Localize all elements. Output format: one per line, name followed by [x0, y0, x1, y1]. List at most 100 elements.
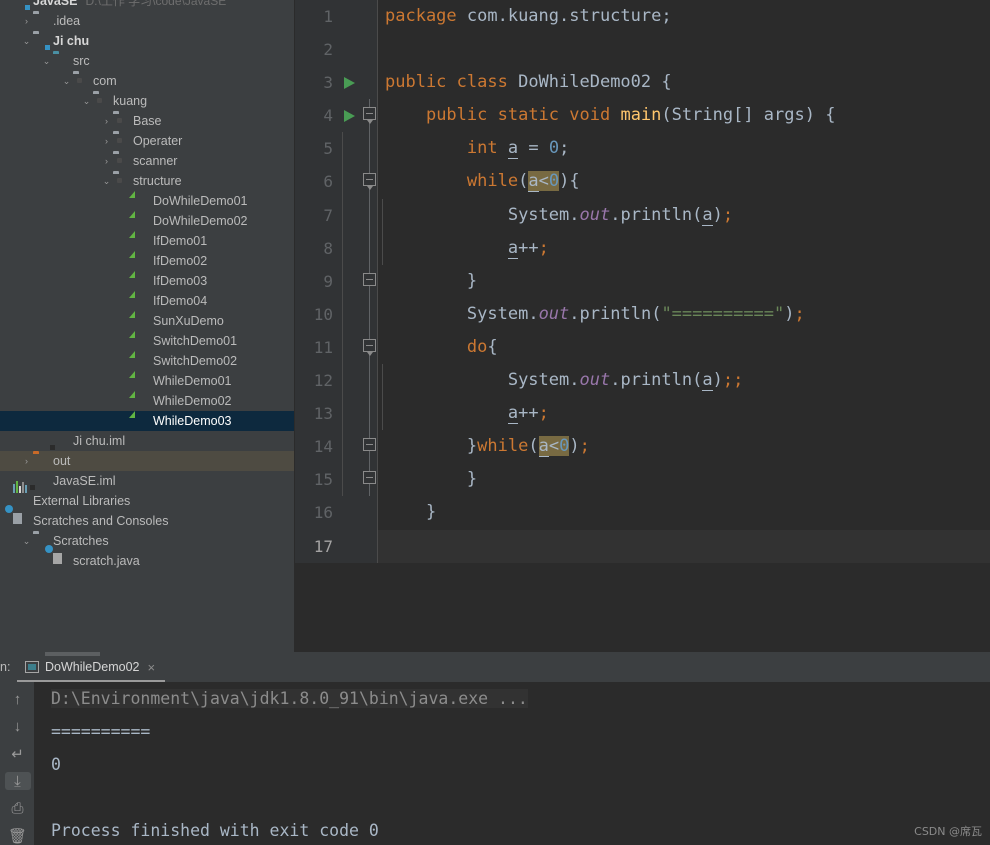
code-line[interactable]: 8 a++;	[295, 231, 990, 265]
code-text[interactable]: package com.kuang.structure;	[378, 0, 990, 34]
code-text[interactable]: a++;	[342, 231, 990, 265]
code-text[interactable]	[378, 529, 990, 563]
tree-item-whiledemo03[interactable]: ›WhileDemo03	[0, 411, 295, 431]
console-output[interactable]: D:\Environment\java\jdk1.8.0_91\bin\java…	[35, 682, 990, 845]
tree-item-structure[interactable]: ⌄ structure	[0, 171, 295, 191]
code-line[interactable]: 12 System.out.println(a);;	[295, 364, 990, 398]
code-line[interactable]: 4 public static void main(String[] args)…	[295, 99, 990, 133]
tree-item-src[interactable]: ⌄ src	[0, 51, 295, 71]
code-line[interactable]: 1 package com.kuang.structure;	[295, 0, 990, 34]
gutter-fold-area[interactable]	[363, 264, 377, 298]
print-icon[interactable]: ⎙	[5, 799, 31, 817]
tree-item-switchdemo02[interactable]: ›SwitchDemo02	[0, 351, 295, 371]
chevron-down-icon[interactable]: ⌄	[60, 71, 73, 91]
tree-item-sunxudemo[interactable]: ›SunXuDemo	[0, 311, 295, 331]
code-line[interactable]: 13 a++;	[295, 397, 990, 431]
tree-item-scanner[interactable]: › scanner	[0, 151, 295, 171]
code-text[interactable]: System.out.println("==========");	[342, 297, 990, 331]
code-text[interactable]: System.out.println(a);	[342, 198, 990, 232]
code-text[interactable]: a++;	[342, 397, 990, 431]
tree-item-ifdemo02[interactable]: ›IfDemo02	[0, 251, 295, 271]
chevron-down-icon[interactable]: ⌄	[40, 51, 53, 71]
soft-wrap-icon[interactable]: ↵	[5, 745, 31, 763]
run-triangle-icon[interactable]	[344, 77, 355, 90]
code-text[interactable]: do{	[342, 330, 990, 365]
chevron-right-icon[interactable]: ›	[100, 131, 113, 151]
code-line[interactable]: 14 }while(a<0);	[295, 430, 990, 464]
trash-icon[interactable]: 🗑	[5, 827, 31, 845]
fold-toggle-icon[interactable]	[363, 338, 376, 356]
chevron-down-icon[interactable]: ⌄	[100, 171, 113, 191]
tree-item-kuang[interactable]: ⌄ kuang	[0, 91, 295, 111]
gutter-run-area[interactable]	[341, 66, 363, 100]
code-text[interactable]: public class DoWhileDemo02 {	[378, 66, 990, 100]
tree-item-scratches-and-consoles[interactable]: › Scratches and Consoles	[0, 505, 295, 531]
project-tree-panel[interactable]: ⌄JavaSED:\工作 学习\code\JavaSE›.idea⌄Ji chu…	[0, 0, 295, 652]
code-text[interactable]: while(a<0){	[342, 165, 990, 199]
close-icon[interactable]: ×	[147, 660, 155, 675]
chevron-right-icon[interactable]: ›	[100, 151, 113, 171]
code-text[interactable]: }	[342, 463, 990, 497]
gutter-fold-area[interactable]	[363, 330, 377, 365]
tree-item-whiledemo02[interactable]: ›WhileDemo02	[0, 391, 295, 411]
tree-item-idea[interactable]: › .idea	[0, 11, 295, 31]
code-text[interactable]: System.out.println(a);;	[342, 364, 990, 398]
up-arrow-icon[interactable]: ↑	[5, 690, 31, 708]
down-arrow-icon[interactable]: ↓	[5, 717, 31, 735]
code-editor[interactable]: 1 package com.kuang.structure; 2 3 public cl…	[295, 0, 990, 652]
tree-item-ifdemo01[interactable]: ›IfDemo01	[0, 231, 295, 251]
code-text[interactable]	[378, 33, 990, 67]
code-line[interactable]: 7 System.out.println(a);	[295, 198, 990, 232]
console-scrollbar[interactable]	[45, 652, 100, 656]
tree-item-ji-chu-iml[interactable]: ›Ji chu.iml	[0, 431, 295, 451]
tree-item-out[interactable]: › out	[0, 451, 295, 471]
gutter-fold-area[interactable]	[363, 463, 377, 497]
chevron-right-icon[interactable]: ›	[20, 451, 33, 471]
tree-item-base[interactable]: › Base	[0, 111, 295, 131]
code-line[interactable]: 15 }	[295, 463, 990, 497]
tree-item-ifdemo03[interactable]: ›IfDemo03	[0, 271, 295, 291]
project-root-row[interactable]: ⌄ JavaSE D:\工作 学习\code\JavaSE	[0, 0, 295, 11]
fold-toggle-icon[interactable]	[363, 173, 376, 191]
chevron-right-icon[interactable]: ›	[100, 111, 113, 131]
tree-item-switchdemo01[interactable]: ›SwitchDemo01	[0, 331, 295, 351]
tree-item-operater[interactable]: › Operater	[0, 131, 295, 151]
fold-toggle-icon[interactable]	[363, 107, 376, 125]
chevron-down-icon[interactable]: ⌄	[20, 31, 33, 51]
tree-item-ifdemo04[interactable]: ›IfDemo04	[0, 291, 295, 311]
code-line[interactable]: 2	[295, 33, 990, 67]
code-text[interactable]: public static void main(String[] args) {	[378, 99, 990, 133]
tree-item-scratch-java[interactable]: › scratch.java	[0, 545, 295, 571]
scroll-to-end-icon[interactable]: ⤓	[4, 771, 31, 791]
code-line[interactable]: 6 while(a<0){	[295, 165, 990, 199]
fold-toggle-icon[interactable]	[363, 471, 376, 485]
fold-toggle-icon[interactable]	[363, 272, 376, 286]
tree-item-whiledemo01[interactable]: ›WhileDemo01	[0, 371, 295, 391]
run-triangle-icon[interactable]	[344, 110, 355, 123]
tree-item-ji-chu[interactable]: ⌄ Ji chu	[0, 31, 295, 51]
tree-item-com[interactable]: ⌄ com	[0, 71, 295, 91]
tree-item-dowhiledemo02[interactable]: ›DoWhileDemo02	[0, 211, 295, 231]
tree-item-dowhiledemo01[interactable]: ›DoWhileDemo01	[0, 191, 295, 211]
code-text[interactable]: }	[342, 264, 990, 298]
code-text[interactable]: }while(a<0);	[342, 430, 990, 464]
chevron-down-icon[interactable]: ⌄	[80, 91, 93, 111]
tree-item-javase-iml[interactable]: ›JavaSE.iml	[0, 471, 295, 491]
tree-item-external-libraries[interactable]: ›External Libraries	[0, 481, 295, 511]
code-line[interactable]: 9 }	[295, 264, 990, 298]
code-text[interactable]: }	[378, 496, 990, 530]
fold-toggle-icon[interactable]	[363, 438, 376, 452]
chevron-right-icon[interactable]: ›	[20, 11, 33, 31]
code-line[interactable]: 11 do{	[295, 330, 990, 365]
code-line[interactable]: 10 System.out.println("==========");	[295, 297, 990, 331]
code-line[interactable]: 16 }	[295, 496, 990, 530]
chevron-down-icon[interactable]: ⌄	[20, 531, 33, 551]
code-text[interactable]: int a = 0;	[342, 132, 990, 166]
gutter-fold-area[interactable]	[363, 165, 377, 199]
code-line[interactable]: 3 public class DoWhileDemo02 {	[295, 66, 990, 100]
code-line[interactable]: 17	[295, 529, 990, 563]
run-tab-dowhiledemo02[interactable]: DoWhileDemo02 ×	[17, 654, 166, 682]
gutter-fold-area[interactable]	[363, 430, 377, 464]
gutter-fold-area[interactable]	[363, 99, 377, 133]
code-line[interactable]: 5 int a = 0;	[295, 132, 990, 166]
